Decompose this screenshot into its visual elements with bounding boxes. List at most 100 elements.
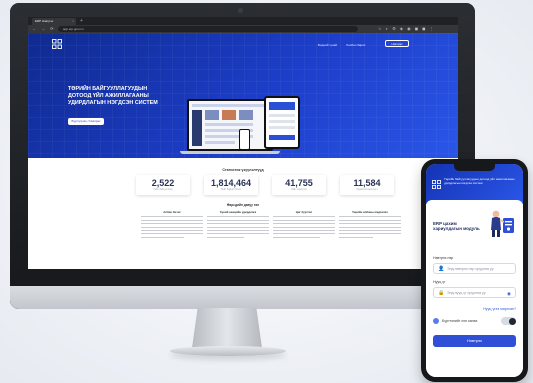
text-line: [141, 236, 185, 238]
hero-section: Бидний тухай Холбоо барих Нэвтрэх ТӨРИЙН…: [28, 33, 458, 158]
text-line: [141, 233, 203, 235]
text-line: [339, 229, 401, 231]
mock-row: [205, 123, 253, 126]
forgot-password-link[interactable]: Нууц үгээ мартсан?: [483, 307, 516, 311]
password-label: Нууц үг: [433, 280, 446, 284]
text-line: [273, 216, 335, 218]
login-button[interactable]: Нэвтрэх: [385, 40, 409, 47]
stats-title: Статистик үзүүлэлтүүд: [222, 168, 264, 172]
text-line: [207, 219, 269, 221]
stat-card: 1,814,464 Нийт баримт бичиг: [204, 175, 258, 195]
login-title: ERP цахим хариулдагын модуль: [433, 221, 480, 232]
hero-title-line: ТӨРИЙН БАЙГУУЛЛАГУУДЫН: [68, 86, 148, 92]
hero-cta-button[interactable]: Бүртгүүлэх / Нэвтрэх: [68, 118, 104, 125]
login-card: ERP цахим хариулдагын модуль Нэвтрэх нэр…: [426, 200, 523, 377]
password-field[interactable]: 🔒 Энд нууц үг оруулна уу ◉: [433, 287, 516, 298]
feature-heading: Төрийн албаны мэдээлэл: [352, 210, 388, 214]
stat-label: Идэвхтэй хэрэглэгч: [356, 189, 378, 191]
browser-tab[interactable]: ERP Нэвтрэх ×: [32, 18, 76, 25]
text-line: [141, 229, 203, 231]
monitor-chin: [10, 286, 475, 309]
text-line: [339, 219, 401, 221]
monitor-stand-neck: [192, 308, 262, 348]
phone-header-text: Төрийн байгууллагуудын дотоод үйл ажилла…: [444, 177, 515, 185]
monitor-mockup: ERP Нэвтрэх × + ← → ⟳ app.erp.gov.mn ☆ ◐…: [10, 3, 475, 309]
website: Бидний тухай Холбоо барих Нэвтрэх ТӨРИЙН…: [28, 33, 458, 269]
text-line: [273, 236, 320, 238]
eye-icon[interactable]: ◉: [507, 288, 511, 299]
text-line: [207, 236, 245, 238]
mock-card: [222, 110, 236, 120]
username-placeholder: Энд нэвтрэх нэр оруулна уу: [447, 267, 494, 271]
feature-heading: Хүний нөөцийн удирдлага: [219, 210, 257, 214]
stat-value: 2,522: [151, 178, 175, 188]
text-line: [207, 216, 269, 218]
browser-tabbar: ERP Нэвтрэх × +: [28, 17, 458, 25]
mock-bar: [192, 104, 270, 107]
text-line: [339, 226, 401, 228]
stat-card: 41,755 Нийт хэрэглэгч: [272, 175, 326, 195]
browser-tab-title: ERP Нэвтрэх: [35, 19, 54, 23]
feature-heading: Цаг бүртгэл: [295, 210, 313, 214]
nav-link-about[interactable]: Бидний тухай: [318, 43, 337, 47]
remember-icon: [433, 318, 439, 324]
stat-value: 1,814,464: [210, 178, 252, 188]
text-line: [141, 226, 203, 228]
stat-value: 11,584: [353, 178, 381, 188]
monitor-stand-base: [170, 346, 286, 356]
text-line: [273, 226, 335, 228]
text-line: [339, 216, 401, 218]
username-label: Нэвтрэх нэр: [433, 256, 454, 260]
stat-card: 2,522 Нийт байгууллага: [136, 175, 190, 195]
browser-addressbar: ← → ⟳ app.erp.gov.mn ☆ ◐ ⚙ ◈ ◉ ◼ ◼ ⋮: [28, 25, 458, 33]
stat-label: Нийт хэрэглэгч: [290, 189, 308, 191]
remember-toggle[interactable]: [501, 317, 516, 325]
mock-header: [269, 102, 295, 110]
password-placeholder: Энд нууц үг оруулна уу: [447, 291, 486, 295]
mock-row: [269, 126, 295, 129]
text-line: [273, 233, 335, 235]
close-icon[interactable]: ×: [72, 18, 74, 25]
text-line: [273, 219, 335, 221]
stat-label: Нийт байгууллага: [153, 189, 173, 191]
mock-sidebar: [192, 110, 202, 146]
stat-value: 41,755: [285, 178, 313, 188]
logo-icon[interactable]: [52, 39, 62, 49]
phone-mockup: Төрийн байгууллагуудын дотоод үйл ажилла…: [421, 159, 528, 382]
new-tab-button[interactable]: +: [80, 17, 83, 25]
person-illustration-icon: [491, 210, 514, 237]
text-line: [141, 219, 203, 221]
username-field[interactable]: 👤 Энд нэвтрэх нэр оруулна уу: [433, 263, 516, 274]
stat-label: Нийт баримт бичиг: [220, 189, 242, 191]
features-title: Өөрсдийн давуу тал: [226, 203, 260, 207]
mock-card: [205, 110, 219, 120]
feature-column: Хүний нөөцийн удирдлага: [207, 210, 269, 238]
hero-laptop-base: [180, 151, 280, 154]
phone-screen: Төрийн байгууллагуудын дотоод үйл ажилла…: [426, 164, 523, 377]
hero-phone-illustration: [239, 129, 250, 150]
browser-extension-icons[interactable]: ☆ ◐ ⚙ ◈ ◉ ◼ ◼ ⋮: [378, 25, 435, 33]
lock-icon: 🔒: [438, 290, 445, 296]
logo-icon: [432, 180, 441, 189]
text-line: [339, 233, 401, 235]
hero-laptop-illustration: [187, 99, 273, 151]
hero-tablet-illustration: [264, 96, 300, 149]
toggle-knob: [508, 317, 516, 325]
stat-card: 11,584 Идэвхтэй хэрэглэгч: [340, 175, 394, 195]
text-line: [207, 223, 269, 225]
text-line: [273, 229, 335, 231]
text-line: [207, 226, 269, 228]
url-input[interactable]: app.erp.gov.mn: [58, 26, 358, 32]
mock-row: [269, 114, 295, 117]
mock-card: [239, 110, 253, 120]
nav-link-contact[interactable]: Холбоо барих: [346, 43, 365, 47]
browser-nav-icons[interactable]: ← → ⟳: [32, 25, 56, 33]
mock-button: [269, 135, 295, 140]
phone-notch: [454, 164, 495, 171]
feature-heading: Албан бичиг: [163, 210, 181, 214]
mock-row: [205, 141, 235, 144]
text-line: [207, 233, 269, 235]
text-line: [339, 223, 401, 225]
login-submit-button[interactable]: Нэвтрэх: [433, 335, 516, 347]
text-line: [207, 229, 269, 231]
